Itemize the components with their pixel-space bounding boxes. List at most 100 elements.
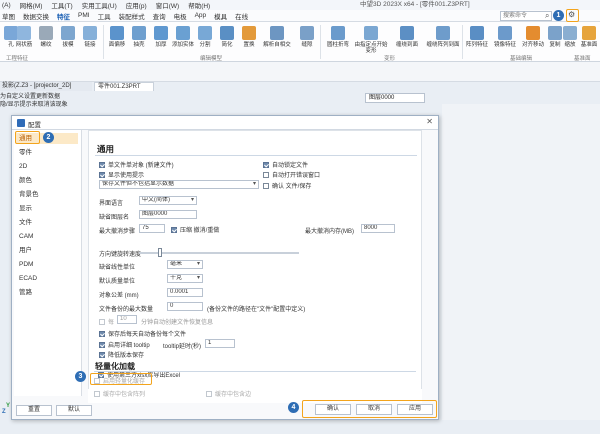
max-backups-input[interactable]: 0 [167, 302, 203, 311]
step-badge-1: 1 [553, 10, 564, 21]
nav-item-ecad[interactable]: ECAD [16, 273, 78, 284]
checkbox-cache-patterns[interactable]: 缓存中包含阵列 [94, 389, 145, 398]
ribbon-button-replace[interactable]: 置换 [238, 26, 260, 52]
tooltip-delay-input[interactable]: 1 [205, 339, 235, 348]
checkbox-cache-edges[interactable]: 缓存中包含边 [206, 389, 251, 398]
ribbon-button-thread[interactable]: 螺纹 [35, 26, 57, 52]
mass-unit-select[interactable]: 千克 [167, 274, 203, 283]
slider-thumb[interactable] [158, 248, 162, 257]
default-layer-input[interactable]: 图层0000 [139, 210, 197, 219]
nav-item-part[interactable]: 零件 [16, 147, 78, 158]
ribbon-group-label: 基准面 [574, 56, 591, 62]
cancel-button[interactable]: 取消 [356, 404, 392, 415]
tab-sketch[interactable]: 草图 [2, 11, 15, 21]
tab-tools[interactable]: 工具 [98, 11, 111, 21]
ribbon-button-thicken[interactable]: 加厚 [150, 26, 172, 52]
menu-item[interactable]: 网格(M) [20, 0, 43, 10]
checkbox-compress-undo[interactable]: 压缩 撤消/重做 [171, 225, 219, 234]
ribbon-button-scale[interactable]: 缩放 [562, 26, 578, 52]
ribbon-button-datum-plane[interactable]: 基准面 [578, 26, 600, 52]
ribbon-button-wrap-pattern-to-face[interactable]: 缠绕阵列到面 [426, 26, 460, 52]
nav-item-piping[interactable]: 管路 [16, 287, 78, 298]
ribbon-button-simplify[interactable]: 简化 [216, 26, 238, 52]
menu-item[interactable]: 应用(p) [126, 0, 147, 10]
close-icon[interactable]: ✕ [426, 117, 433, 126]
tab-electrode[interactable]: 电极 [174, 11, 187, 21]
checkbox-enable-lightweight[interactable]: 启用轻量化缓存 [94, 376, 145, 385]
graphics-area[interactable] [442, 104, 600, 420]
ribbon-button-add-solid[interactable]: 添加实体 [172, 26, 194, 52]
nav-item-file[interactable]: 文件 [16, 217, 78, 228]
document-tab-active[interactable]: 零件001.Z3PRT [94, 82, 154, 91]
checkbox-every-minutes[interactable]: 每 [99, 317, 114, 326]
checkbox-detailed-tooltip[interactable]: 启用详细 tooltip [99, 340, 150, 349]
minutes-input[interactable]: 10 [117, 315, 137, 324]
ribbon-button-rib[interactable]: 网状筋 [13, 26, 35, 52]
nav-item-pdm[interactable]: PDM [16, 259, 78, 270]
document-tab[interactable]: 投影(Z.Z3 - [projector_2D] [0, 82, 92, 91]
menu-item[interactable]: 工具(T) [51, 0, 72, 10]
ribbon-button-split[interactable]: 分割 [194, 26, 216, 52]
max-undo-memory-input[interactable]: 8000 [361, 224, 395, 233]
ribbon-button-mirror-feature[interactable]: 镜像特征 [492, 26, 518, 52]
ribbon-button-wrap-to-face[interactable]: 缠绕到面 [392, 26, 422, 52]
tab-pmi[interactable]: PMI [78, 12, 90, 19]
checkbox-confirm-save[interactable]: 确认 文件/保存 [263, 181, 311, 190]
menu-item[interactable]: 帮助(H) [188, 0, 210, 10]
menu-item[interactable]: 实用工具(U) [82, 0, 117, 10]
nav-item-background[interactable]: 背景色 [16, 189, 78, 200]
length-unit-label: 缺省线性单位 [99, 265, 136, 271]
checkbox-save-lower-version[interactable]: 降低版本保存 [99, 350, 144, 359]
checkbox-daily-backup[interactable]: 保存后每天自动备份每个文件 [99, 329, 186, 338]
ribbon-button-link[interactable]: 链接 [79, 26, 101, 52]
tab-online[interactable]: 在线 [235, 11, 248, 21]
nav-item-color[interactable]: 颜色 [16, 175, 78, 186]
dialog-titlebar[interactable]: 配置 ✕ [12, 116, 438, 130]
ui-language-select[interactable]: 中文(简体) [139, 196, 197, 205]
ribbon-button-shell[interactable]: 抽壳 [128, 26, 150, 52]
apply-button[interactable]: 应用 [397, 404, 433, 415]
tab-mold[interactable]: 模具 [214, 11, 227, 21]
default-layer-label: 缺省图层名 [99, 215, 130, 221]
default-button[interactable]: 默认 [56, 405, 92, 416]
ribbon-button-resolve-self-intersection[interactable]: 解析自相交 [262, 26, 292, 52]
checkbox-auto-open-error[interactable]: 自动打开错误窗口 [263, 170, 320, 179]
ribbon-button-pattern-feature[interactable]: 阵列特征 [464, 26, 490, 52]
tab-app[interactable]: App [195, 12, 207, 19]
menu-bar: (A) 网格(M) 工具(T) 实用工具(U) 应用(p) 窗口(W) 帮助(H… [0, 0, 600, 10]
checkbox-show-tips[interactable]: 显示使用提示 [99, 170, 144, 179]
max-undo-input[interactable]: 75 [139, 224, 165, 233]
nav-item-display[interactable]: 显示 [16, 203, 78, 214]
ribbon-button-gap[interactable]: 缝隙 [296, 26, 318, 52]
ribbon-group-label: 编辑模型 [200, 56, 223, 62]
search-icon[interactable]: ⌕ [545, 11, 549, 20]
content-title: 通用 [97, 144, 115, 154]
tolerance-input[interactable]: 0.0001 [167, 288, 203, 297]
ribbon-group-label: 变形 [384, 56, 396, 62]
ribbon-button-deform-from-point[interactable]: 由指定点开始变形 [354, 26, 388, 54]
layer-filter-select[interactable]: 图层0000 [365, 93, 425, 103]
nav-item-user[interactable]: 用户 [16, 245, 78, 256]
tab-inquire[interactable]: 查询 [153, 11, 166, 21]
save-option-select[interactable]: 保存文件但不包括显示数据 [99, 180, 259, 189]
tab-assembly-style[interactable]: 装配样式 [119, 11, 145, 21]
tab-feature[interactable]: 特征 [57, 11, 70, 21]
ribbon-button-cylinder-bend[interactable]: 圆柱折弯 [324, 26, 352, 52]
menu-item[interactable]: (A) [2, 2, 11, 9]
menu-item[interactable]: 窗口(W) [156, 0, 179, 10]
tab-data-exchange[interactable]: 数据交换 [23, 11, 49, 21]
ribbon-button-face-offset[interactable]: 面偏移 [106, 26, 128, 52]
ribbon-button-align-move[interactable]: 对齐移动 [520, 26, 546, 52]
gear-icon[interactable]: ⚙ [568, 10, 575, 19]
reset-button[interactable]: 重置 [16, 405, 52, 416]
ribbon-button-draft[interactable]: 拔模 [57, 26, 79, 52]
nav-item-cam[interactable]: CAM [16, 231, 78, 242]
ok-button[interactable]: 确认 [315, 404, 351, 415]
backup-path-hint: (备份文件的路径在"文件"配置中定义) [207, 307, 306, 313]
checkbox-single-file[interactable]: 单文件单对象 (新建文件) [99, 160, 174, 169]
nav-item-2d[interactable]: 2D [16, 161, 78, 172]
checkbox-auto-lock[interactable]: 自动锁定文件 [263, 160, 308, 169]
rotation-speed-slider[interactable] [139, 252, 299, 254]
length-unit-select[interactable]: 毫米 [167, 260, 203, 269]
ribbon-group-label: 工程特征 [6, 56, 29, 62]
